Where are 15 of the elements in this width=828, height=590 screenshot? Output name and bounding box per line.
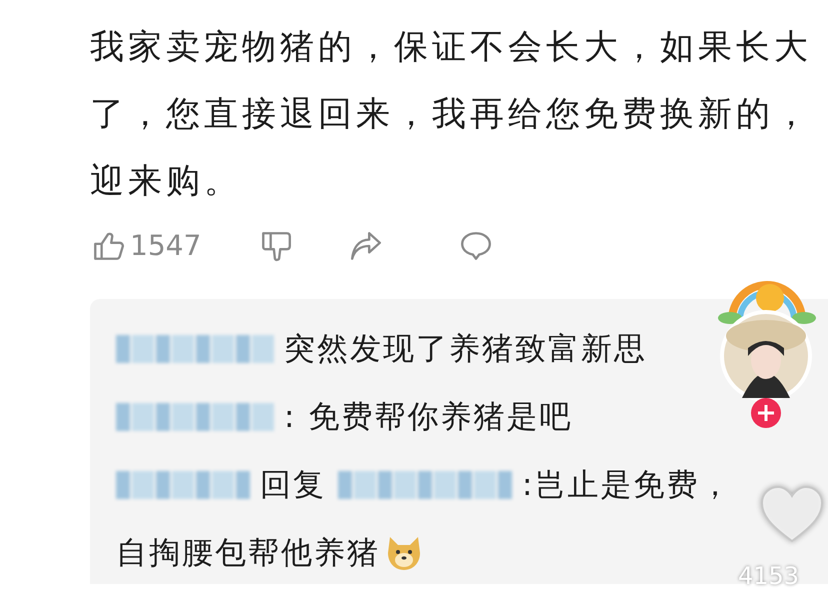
comment-icon [458,229,494,263]
comment-button[interactable] [458,229,494,263]
reply-label: 回复 [260,466,326,505]
like-button[interactable]: 1547 [90,225,258,267]
reply-text: 自掏腰包帮他养猪 [116,534,380,573]
post-text-line: 我家卖宠物猪的，保证不会长大，如果长大 [90,26,813,69]
post-text-line: 了，您直接退回来，我再给您免费换新的， [90,93,813,136]
follow-button[interactable] [751,398,781,428]
rainbow-sun-icon [718,281,816,324]
reply-text: : 免费帮你养猪是吧 [284,398,572,437]
reply-text: :岂止是免费， [522,466,732,505]
share-icon [348,229,384,263]
like-count: 4153 [738,561,800,590]
reply-text: 突然发现了养猪致富新思 [284,330,647,369]
post-text-line: 迎来购。 [90,160,243,203]
